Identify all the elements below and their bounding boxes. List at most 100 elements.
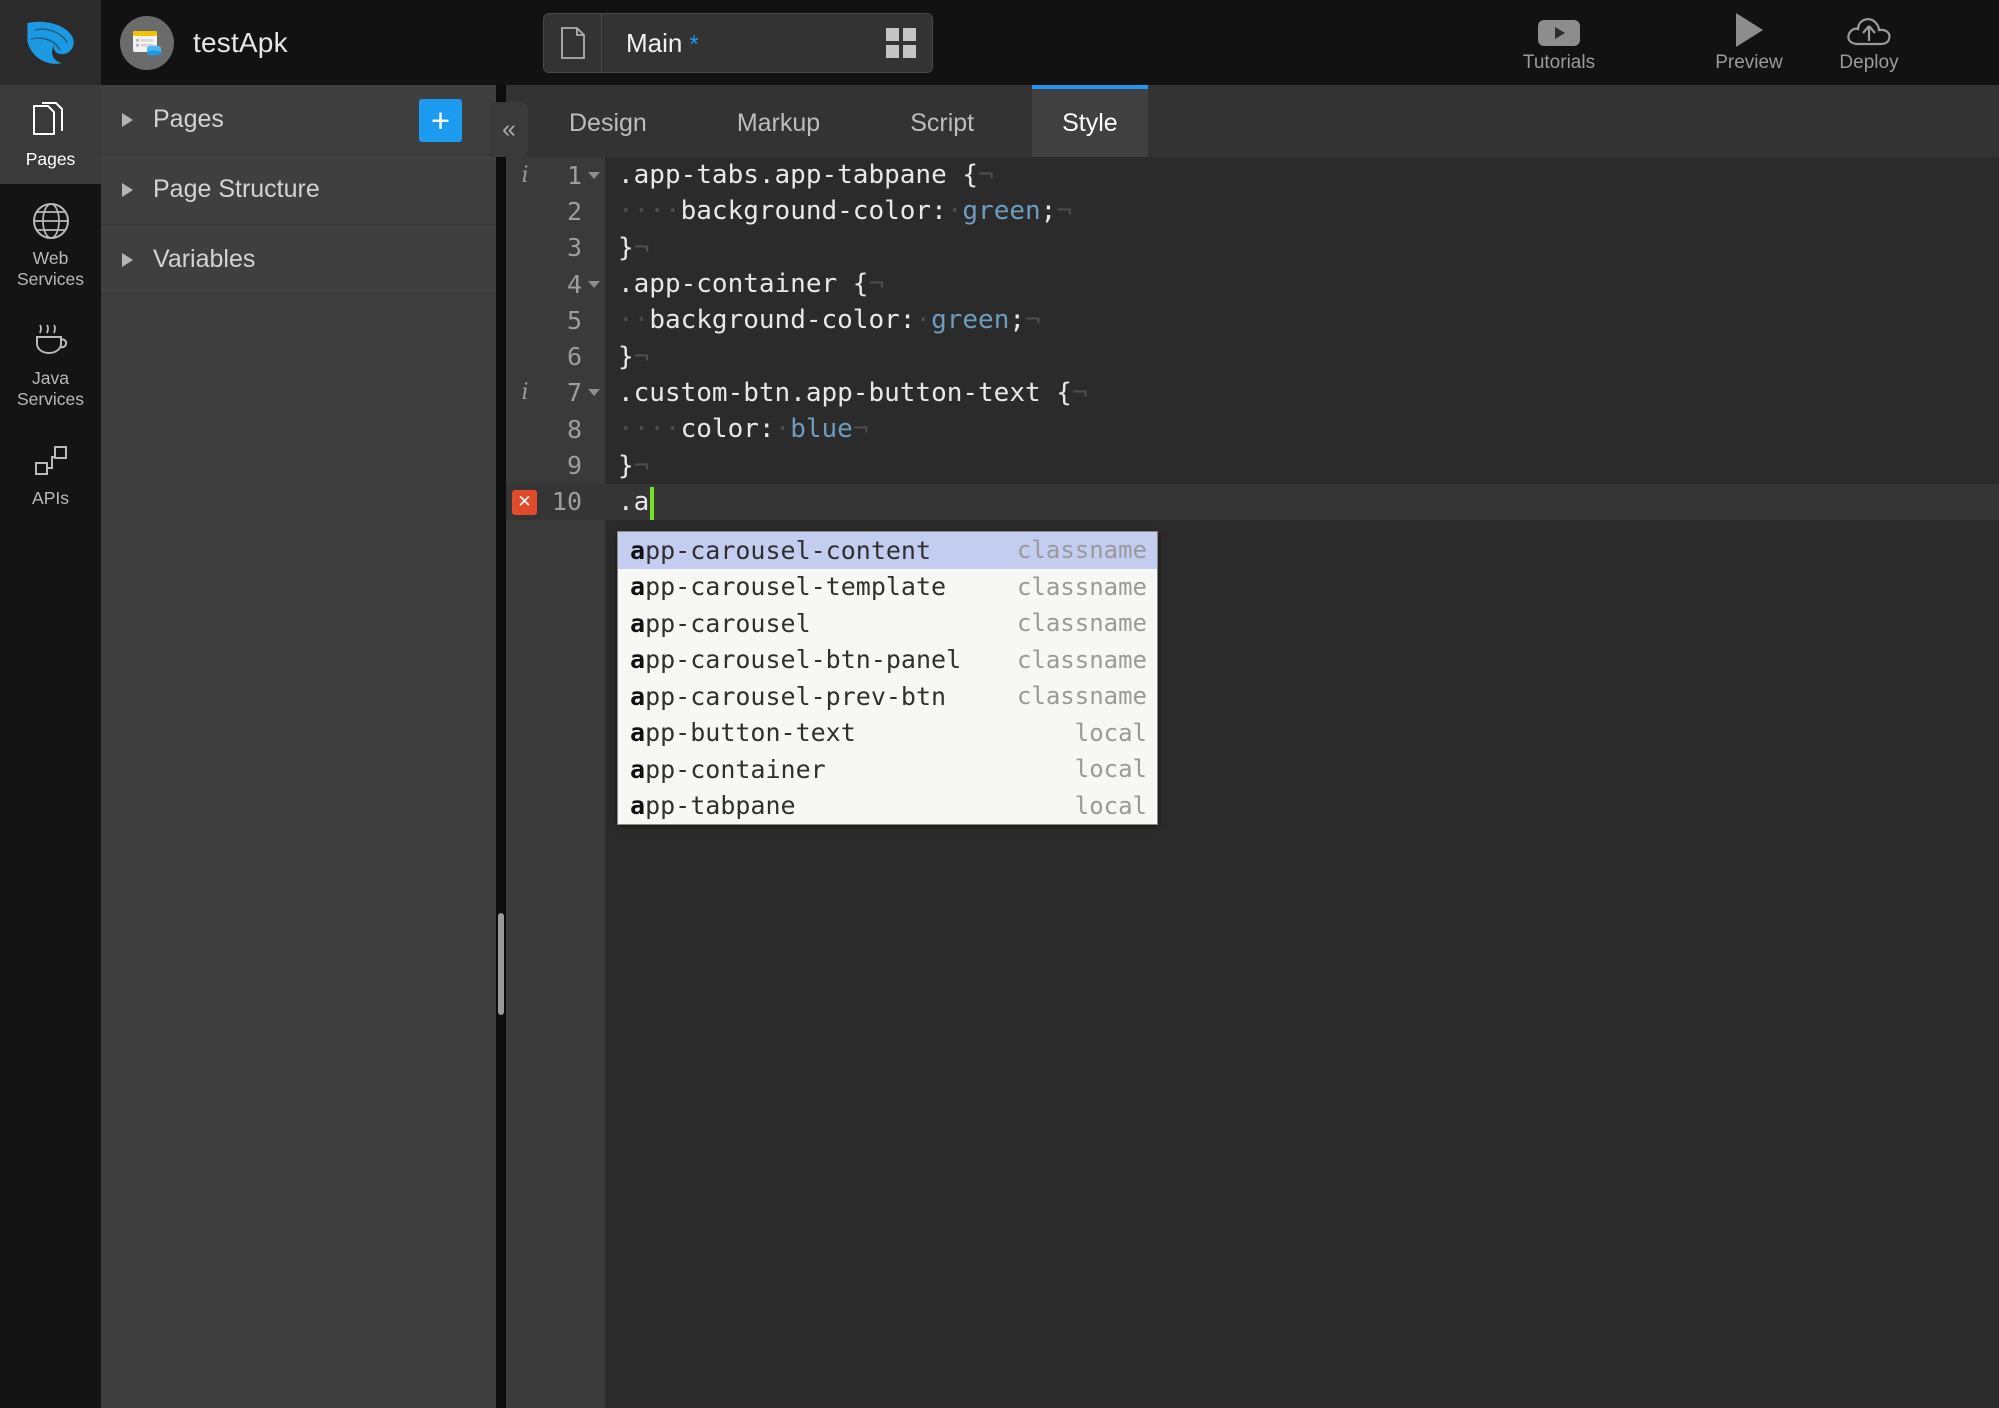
project-name: testApk [193,26,288,58]
toolbar-actions: Tutorials Preview Deploy [1499,0,1999,85]
autocomplete-item-kind: local [1074,755,1147,784]
preview-button[interactable]: Preview [1689,0,1809,85]
autocomplete-item-kind: classname [1016,645,1147,674]
line-text: ··background-color:·green;¬ [618,305,1041,336]
cloud-upload-icon [1845,11,1893,49]
autocomplete-item-kind: local [1074,791,1147,820]
autocomplete-item-kind: local [1074,718,1147,747]
fold-arrow-icon[interactable] [588,280,600,288]
code-line[interactable]: i 7 .custom-btn.app-button-text {¬ [506,375,1999,411]
autocomplete-item[interactable]: app-button-text local [618,715,1157,752]
panel-section-page-structure[interactable]: Page Structure [101,155,496,225]
tab-design[interactable]: Design [539,85,677,157]
text-caret [650,487,654,520]
autocomplete-popup[interactable]: app-carousel-content classname app-carou… [617,531,1158,825]
code-line[interactable]: 2 ····background-color:·green;¬ [506,193,1999,229]
line-info-icon[interactable]: i [514,163,536,188]
line-info-icon[interactable]: i [514,380,536,405]
tab-script[interactable]: Script [880,85,1004,157]
collapse-panel-button[interactable]: « [490,102,528,157]
api-nodes-icon [31,440,71,482]
code-line[interactable]: 5 ··background-color:·green;¬ [506,302,1999,338]
top-toolbar: testApk Main * Tutorials Preview Deploy [0,0,1999,85]
code-line[interactable]: i 1 .app-tabs.app-tabpane {¬ [506,157,1999,193]
chevron-right-icon[interactable] [101,112,153,127]
pages-icon [32,101,70,143]
deploy-button[interactable]: Deploy [1809,0,1929,85]
tutorials-label: Tutorials [1522,52,1596,73]
code-line[interactable]: 4 .app-container {¬ [506,266,1999,302]
tab-label: Style [1062,108,1118,137]
tab-label: Script [910,108,975,137]
project-avatar [120,15,174,70]
sidebar-item-label-line2: Services [16,269,85,290]
autocomplete-item[interactable]: app-carousel-btn-panel classname [618,642,1157,679]
left-panel: Pages + Page Structure Variables [101,85,496,1408]
code-line[interactable]: 3 }¬ [506,230,1999,266]
panel-empty-body [101,296,496,1408]
autocomplete-item[interactable]: app-carousel-prev-btn classname [618,678,1157,715]
fold-arrow-icon[interactable] [588,171,600,179]
file-tab-label-wrap: Main * [602,28,870,59]
sidebar-item-java-services[interactable]: Java Services [0,304,101,424]
line-number: 2 [566,196,582,226]
line-text: }¬ [618,341,650,372]
document-icon [560,27,585,59]
app-logo[interactable] [0,0,101,85]
line-number: 5 [566,305,582,335]
globe-icon [31,200,71,242]
sidebar-item-label-line1: Web [32,247,69,268]
code-line[interactable]: 8 ····color:·blue¬ [506,411,1999,447]
tab-markup[interactable]: Markup [707,85,850,157]
line-error-icon[interactable]: ✕ [512,489,537,515]
sidebar-item-apis[interactable]: APIs [0,424,101,523]
preview-label: Preview [1715,52,1783,73]
line-text: .app-container {¬ [618,269,885,300]
panel-section-variables[interactable]: Variables [101,225,496,295]
left-icon-rail: Pages Web Services Java Services APIs [0,85,101,1408]
panel-section-label: Variables [153,245,256,273]
code-line[interactable]: 9 }¬ [506,447,1999,483]
project-block[interactable]: testApk [120,0,288,85]
panel-scrollbar-track[interactable] [496,85,506,1408]
autocomplete-item-kind: classname [1016,572,1147,601]
sidebar-item-label-line1: Java [32,367,69,388]
line-text: }¬ [618,232,650,263]
autocomplete-item-name: app-carousel-prev-btn [630,681,947,711]
file-tab-icon-cell[interactable] [544,14,602,72]
line-text: .custom-btn.app-button-text {¬ [618,377,1088,408]
line-number: 1 [566,160,582,190]
autocomplete-item[interactable]: app-tabpane local [618,788,1157,825]
panel-section-pages[interactable]: Pages + [101,85,496,155]
tab-label: Markup [736,108,821,137]
sidebar-item-web-services[interactable]: Web Services [0,184,101,304]
code-line[interactable]: 6 }¬ [506,338,1999,374]
autocomplete-item[interactable]: app-container local [618,751,1157,788]
line-number: 10 [551,487,582,517]
tutorials-button[interactable]: Tutorials [1499,0,1619,85]
autocomplete-item-name: app-button-text [630,718,856,748]
project-app-icon [133,30,161,56]
autocomplete-item[interactable]: app-carousel-template classname [618,569,1157,606]
add-page-button[interactable]: + [419,99,462,142]
line-text: ····color:·blue¬ [618,414,869,445]
panel-scrollbar-thumb[interactable] [498,913,504,1015]
line-text: }¬ [618,450,650,481]
autocomplete-item[interactable]: app-carousel-content classname [618,532,1157,569]
code-line-current[interactable]: ✕ 10 .a [506,483,1999,520]
sidebar-item-label: Pages [25,149,76,169]
tab-style[interactable]: Style [1032,85,1148,157]
autocomplete-item-kind: classname [1016,609,1147,638]
sidebar-item-pages[interactable]: Pages [0,85,101,184]
autocomplete-item[interactable]: app-carousel classname [618,605,1157,642]
deploy-label: Deploy [1839,52,1899,73]
fold-arrow-icon[interactable] [588,389,600,397]
youtube-play-icon [1537,11,1581,49]
autocomplete-item-kind: classname [1016,682,1147,711]
panel-section-label: Page Structure [153,175,320,203]
chevron-right-icon[interactable] [101,182,153,197]
chevron-right-icon[interactable] [101,252,153,267]
file-tab[interactable]: Main * [543,13,933,73]
grid-view-button[interactable] [870,28,932,58]
line-number: 6 [566,342,582,372]
